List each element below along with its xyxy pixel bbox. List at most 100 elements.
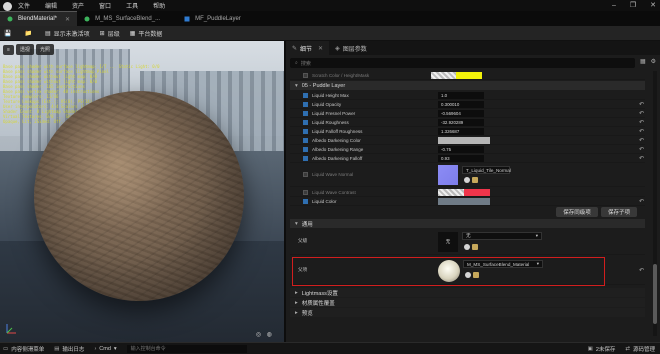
filter-icon: ▤ — [44, 30, 51, 37]
override-checkbox[interactable] — [303, 138, 308, 143]
lock-icon[interactable]: ◍ — [267, 332, 272, 338]
platform-stats-button[interactable]: ▦ 平台数据 — [130, 29, 163, 38]
reset-to-default-icon[interactable]: ↶ — [639, 155, 644, 162]
browse-button[interactable]: 📁 — [24, 30, 34, 37]
details-scrollbar[interactable] — [653, 71, 657, 336]
reset-to-default-icon[interactable]: ↶ — [639, 128, 644, 135]
menu-window[interactable]: 窗口 — [99, 1, 111, 10]
unreal-logo-icon[interactable] — [3, 1, 12, 11]
details-search-input[interactable]: ⌕ 搜索 — [290, 58, 635, 68]
reset-to-default-icon[interactable]: ↶ — [639, 267, 644, 274]
perspective-button[interactable]: 透视 — [15, 44, 34, 55]
texture-asset-name: T_Liquid_Tile_Normal — [466, 167, 511, 173]
maximize-icon[interactable]: ❐ — [630, 1, 636, 9]
minimize-icon[interactable]: ‒ — [612, 2, 616, 9]
section-lightmass[interactable]: ▸ Lightmass设置 — [290, 288, 645, 297]
parent-thumbnail[interactable]: 无 — [438, 232, 458, 252]
section-material-overrides[interactable]: ▸ 材质属性覆盖 — [290, 298, 645, 307]
property-value-input[interactable]: 0.93 — [438, 155, 484, 162]
show-inactive-button[interactable]: ▤ 显示未激活项 — [45, 29, 90, 38]
tab-puddlelayer[interactable]: MF_PuddleLayer — [177, 11, 248, 26]
red-swatch[interactable] — [464, 189, 490, 196]
save-child-button[interactable]: 保存子项 — [601, 207, 637, 217]
output-log-button[interactable]: ▤ 输出日志 — [54, 345, 84, 353]
menu-file[interactable]: 文件 — [18, 1, 30, 10]
console-command-input[interactable]: 输入控制台命令 — [126, 344, 247, 353]
property-row: Liquid Roughness -32.920289 ↶ — [290, 118, 645, 127]
search-placeholder: 搜索 — [300, 60, 311, 67]
scrollbar-thumb[interactable] — [653, 264, 657, 324]
menu-help[interactable]: 帮助 — [153, 1, 165, 10]
override-checkbox[interactable] — [303, 102, 308, 107]
tab-layer-params[interactable]: ◈ 图层参数 — [329, 41, 373, 55]
reset-to-default-icon[interactable]: ↶ — [639, 198, 644, 205]
settings-icon[interactable]: ⚙ — [651, 58, 656, 65]
tab-surfaceblend[interactable]: M_MS_SurfaceBlend_... — [77, 11, 167, 26]
menu-asset[interactable]: 资产 — [72, 1, 84, 10]
normal-texture-thumbnail[interactable] — [438, 165, 458, 185]
property-value-input[interactable]: 1.0 — [438, 92, 484, 99]
hierarchy-label: 层级 — [107, 31, 120, 38]
section-preview[interactable]: ▸ 预览 — [290, 308, 645, 317]
use-selected-icon[interactable] — [464, 177, 470, 183]
viewport-menu-icon[interactable]: ≡ — [3, 44, 14, 55]
override-checkbox[interactable] — [303, 73, 308, 78]
property-value-input[interactable]: -32.920289 — [438, 119, 484, 126]
close-tab-icon[interactable]: ✕ — [318, 45, 323, 52]
reset-to-default-icon[interactable]: ↶ — [639, 146, 644, 153]
texture-asset-dropdown[interactable]: T_Liquid_Tile_Normal — [462, 166, 511, 174]
save-icon: ▣ — [587, 345, 593, 352]
override-checkbox[interactable] — [303, 120, 308, 125]
override-checkbox[interactable] — [303, 156, 308, 161]
save-sibling-button[interactable]: 保存同级项 — [556, 207, 598, 217]
menu-edit[interactable]: 编辑 — [45, 1, 57, 10]
override-checkbox[interactable] — [303, 129, 308, 134]
details-scroll-area[interactable]: Scratch Color / Height/Mask ▾ 05 - Puddl… — [290, 71, 652, 336]
content-drawer-button[interactable]: ▭ 内容侧滑菜单 — [3, 345, 44, 353]
camera-icon[interactable]: ◎ — [256, 332, 261, 338]
cmd-dropdown[interactable]: › Cmd ▾ — [94, 346, 116, 352]
layers-icon: ◈ — [335, 45, 340, 52]
unsaved-label: 2未保存 — [595, 346, 616, 353]
grid-view-icon[interactable]: ▦ — [640, 58, 646, 65]
save-button[interactable]: 💾 — [4, 30, 14, 37]
reset-to-default-icon[interactable]: ↶ — [639, 119, 644, 126]
parent-dropdown[interactable]: 无 ▾ — [462, 232, 542, 240]
section-general[interactable]: ▾ 通用 — [290, 219, 645, 228]
override-checkbox[interactable] — [303, 93, 308, 98]
reset-to-default-icon[interactable]: ↶ — [639, 101, 644, 108]
hierarchy-button[interactable]: ⊞ 层级 — [100, 29, 120, 38]
property-value-input[interactable]: 0.300010 — [438, 101, 484, 108]
terminal-icon: › — [94, 345, 97, 352]
liquid-color-swatch[interactable] — [438, 198, 490, 205]
close-tab-icon[interactable]: ✕ — [65, 16, 70, 23]
override-checkbox[interactable] — [303, 190, 308, 195]
property-value-input[interactable]: 1.326687 — [438, 128, 484, 135]
tab-blendmaterial[interactable]: BlendMaterial* ✕ — [0, 11, 78, 26]
section-puddle-layer[interactable]: ▾ 05 - Puddle Layer — [290, 81, 645, 90]
reset-to-default-icon[interactable]: ↶ — [639, 137, 644, 144]
property-value-input[interactable]: -0.569604 — [438, 110, 484, 117]
lit-button[interactable]: 光照 — [35, 44, 54, 55]
close-icon[interactable]: ✕ — [650, 1, 656, 9]
source-control-button[interactable]: ⇄ 源码管理 — [625, 345, 655, 353]
override-checkbox[interactable] — [303, 199, 308, 204]
browse-asset-icon[interactable] — [472, 177, 478, 183]
property-value-input[interactable]: -0.75 — [438, 146, 484, 153]
override-checkbox[interactable] — [303, 111, 308, 116]
use-selected-icon[interactable] — [464, 244, 470, 250]
override-checkbox[interactable] — [303, 172, 308, 177]
override-checkbox[interactable] — [303, 147, 308, 152]
parent-row: 父级 无 无 ▾ — [290, 229, 645, 255]
menu-tools[interactable]: 工具 — [126, 1, 138, 10]
section-title: Lightmass设置 — [301, 290, 338, 297]
reset-to-default-icon[interactable]: ↶ — [639, 110, 644, 117]
material-preview-viewport[interactable]: ≡ 透视 光照 Base pass shader with surface li… — [0, 41, 284, 342]
tab-details[interactable]: ✎ 细节 ✕ — [286, 41, 330, 55]
section-title: 通用 — [301, 221, 313, 228]
tab-label: MF_PuddleLayer — [195, 15, 241, 22]
browse-asset-icon[interactable] — [472, 244, 478, 250]
albedo-darkening-color-swatch[interactable] — [438, 137, 490, 144]
unsaved-indicator[interactable]: ▣ 2未保存 — [588, 345, 616, 353]
material-icon — [84, 16, 90, 21]
